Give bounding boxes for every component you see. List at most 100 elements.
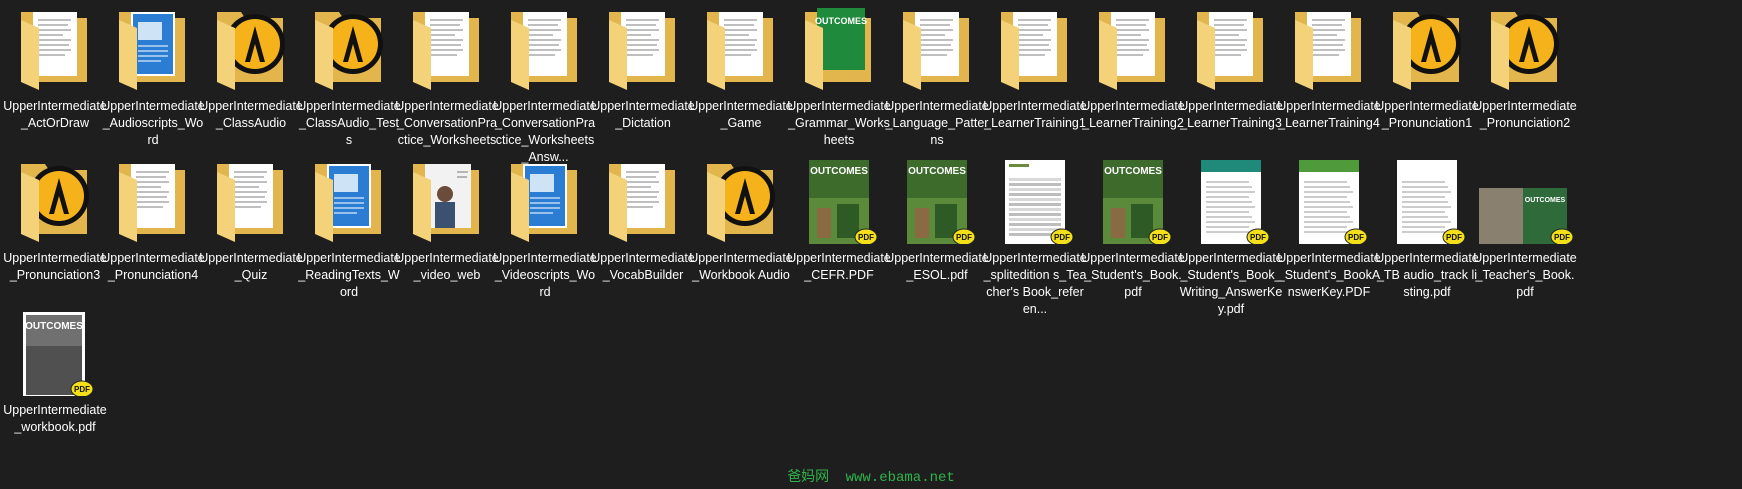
pdf-file-item[interactable]: OUTCOMES PDF UpperIntermediate_workbook.p…	[3, 310, 107, 436]
item-label: UpperIntermediate_video_web	[395, 251, 499, 282]
item-label: UpperIntermediate_Game	[689, 99, 793, 130]
item-label: UpperIntermediate_ClassAudio	[199, 99, 303, 130]
item-label: UpperIntermediate_ClassAudio_Tests	[297, 99, 401, 147]
pdf-file-item[interactable]: OUTCOMES PDF UpperIntermediate_CEFR.PDF	[787, 158, 891, 284]
folder-item[interactable]: OUTCOMES UpperIntermediate_Grammar_Works…	[787, 6, 891, 149]
folder-item[interactable]: UpperIntermediate_VocabBuilder	[591, 158, 695, 284]
folder-icon	[885, 6, 989, 92]
pdf-file-item[interactable]: PDF UpperIntermediate_TB audio_track list…	[1375, 158, 1479, 301]
svg-text:PDF: PDF	[858, 233, 874, 242]
svg-text:OUTCOMES: OUTCOMES	[815, 16, 867, 26]
folder-item[interactable]: UpperIntermediate_ReadingTexts_Word	[297, 158, 401, 301]
item-label: UpperIntermediate_ConversationPractice_W…	[493, 99, 597, 164]
folder-item[interactable]: UpperIntermediate_ConversationPractice_W…	[493, 6, 597, 166]
svg-text:OUTCOMES: OUTCOMES	[810, 166, 868, 177]
item-label: UpperIntermediate_LearnerTraining1	[983, 99, 1087, 130]
pdf-file-item[interactable]: OUTCOMES PDF UpperIntermediate_Teacher's…	[1473, 158, 1577, 301]
folder-item[interactable]: UpperIntermediate_Videoscripts_Word	[493, 158, 597, 301]
item-label: UpperIntermediate_VocabBuilder	[591, 251, 695, 282]
item-label: UpperIntermediate_Workbook Audio	[689, 251, 793, 282]
folder-item[interactable]: UpperIntermediate_LearnerTraining2	[1081, 6, 1185, 132]
folder-icon	[591, 6, 695, 92]
file-grid: UpperIntermediate_ActOrDraw UpperInterme…	[0, 0, 1742, 489]
item-label: UpperIntermediate_Audioscripts_Word	[101, 99, 205, 147]
pdf-file-item[interactable]: PDF UpperIntermediate_splitedition s_Teac…	[983, 158, 1087, 318]
folder-item[interactable]: UpperIntermediate_LearnerTraining3	[1179, 6, 1283, 132]
pdf-thumbnail-icon: OUTCOMES PDF	[3, 310, 107, 396]
item-label: UpperIntermediate_Student's_BookAnswerKe…	[1277, 251, 1381, 299]
pdf-file-item[interactable]: OUTCOMES PDF UpperIntermediate_ESOL.pdf	[885, 158, 989, 284]
pdf-thumbnail-icon: PDF	[1375, 158, 1479, 244]
folder-icon	[1277, 6, 1381, 92]
folder-item[interactable]: UpperIntermediate_Pronunciation1	[1375, 6, 1479, 132]
folder-icon	[101, 6, 205, 92]
pdf-thumbnail-icon: OUTCOMES PDF	[1081, 158, 1185, 244]
pdf-thumbnail-icon: PDF	[1277, 158, 1381, 244]
folder-icon	[1473, 6, 1577, 92]
item-label: UpperIntermediate_Pronunciation1	[1375, 99, 1479, 130]
svg-text:PDF: PDF	[1054, 233, 1070, 242]
folder-item[interactable]: UpperIntermediate_ConversationPractice_W…	[395, 6, 499, 149]
folder-icon	[983, 6, 1087, 92]
svg-text:PDF: PDF	[1446, 233, 1462, 242]
folder-icon	[395, 158, 499, 244]
folder-item[interactable]: UpperIntermediate_Audioscripts_Word	[101, 6, 205, 149]
folder-icon	[591, 158, 695, 244]
item-label: UpperIntermediate_ActOrDraw	[3, 99, 107, 130]
item-label: UpperIntermediate_ESOL.pdf	[885, 251, 989, 282]
watermark-cn-text: 爸妈网	[787, 469, 830, 485]
folder-item[interactable]: UpperIntermediate_ClassAudio	[199, 6, 303, 132]
pdf-file-item[interactable]: PDF UpperIntermediate_Student's_BookAnswe…	[1277, 158, 1381, 301]
item-label: UpperIntermediate_ConversationPractice_W…	[395, 99, 499, 147]
folder-item[interactable]: UpperIntermediate_Workbook Audio	[689, 158, 793, 284]
folder-icon	[395, 6, 499, 92]
pdf-file-item[interactable]: PDF UpperIntermediate_Student's_Book_Writ…	[1179, 158, 1283, 318]
item-label: UpperIntermediate_LearnerTraining3	[1179, 99, 1283, 130]
folder-item[interactable]: UpperIntermediate_Game	[689, 6, 793, 132]
svg-text:OUTCOMES: OUTCOMES	[908, 166, 966, 177]
folder-item[interactable]: UpperIntermediate_Pronunciation2	[1473, 6, 1577, 132]
folder-icon	[297, 158, 401, 244]
folder-icon	[1179, 6, 1283, 92]
svg-text:PDF: PDF	[74, 385, 90, 394]
folder-item[interactable]: UpperIntermediate_Language_Patterns	[885, 6, 989, 149]
folder-item[interactable]: UpperIntermediate_LearnerTraining4	[1277, 6, 1381, 132]
folder-item[interactable]: UpperIntermediate_Pronunciation4	[101, 158, 205, 284]
svg-text:PDF: PDF	[1554, 233, 1570, 242]
watermark-url-text: www.ebama.net	[845, 470, 955, 486]
item-label: UpperIntermediate_ReadingTexts_Word	[297, 251, 401, 299]
item-label: UpperIntermediate_LearnerTraining2	[1081, 99, 1185, 130]
pdf-thumbnail-icon: PDF	[983, 158, 1087, 244]
item-label: UpperIntermediate_Language_Patterns	[885, 99, 989, 147]
folder-icon	[689, 6, 793, 92]
folder-item[interactable]: UpperIntermediate_ActOrDraw	[3, 6, 107, 132]
folder-item[interactable]: UpperIntermediate_Quiz	[199, 158, 303, 284]
folder-icon	[3, 158, 107, 244]
folder-item[interactable]: UpperIntermediate_Dictation	[591, 6, 695, 132]
item-label: UpperIntermediate_Grammar_Worksheets	[787, 99, 891, 147]
pdf-thumbnail-icon: PDF	[1179, 158, 1283, 244]
watermark: 爸妈网 www.ebama.net	[0, 466, 1742, 486]
folder-icon	[493, 6, 597, 92]
item-label: UpperIntermediate_splitedition s_Teacher…	[983, 251, 1087, 316]
svg-text:PDF: PDF	[1250, 233, 1266, 242]
folder-icon	[199, 6, 303, 92]
folder-icon	[1081, 6, 1185, 92]
item-label: UpperIntermediate_Pronunciation4	[101, 251, 205, 282]
folder-item[interactable]: UpperIntermediate_ClassAudio_Tests	[297, 6, 401, 149]
folder-item[interactable]: UpperIntermediate_video_web	[395, 158, 499, 284]
folder-item[interactable]: UpperIntermediate_Pronunciation3	[3, 158, 107, 284]
pdf-file-item[interactable]: OUTCOMES PDF UpperIntermediate_Student's_…	[1081, 158, 1185, 301]
item-label: UpperIntermediate_Dictation	[591, 99, 695, 130]
item-label: UpperIntermediate_Videoscripts_Word	[493, 251, 597, 299]
svg-text:PDF: PDF	[956, 233, 972, 242]
folder-icon	[493, 158, 597, 244]
item-label: UpperIntermediate_CEFR.PDF	[787, 251, 891, 282]
item-label: UpperIntermediate_Quiz	[199, 251, 303, 282]
item-label: UpperIntermediate_workbook.pdf	[3, 403, 107, 434]
item-label: UpperIntermediate_Student's_Book_Writing…	[1179, 251, 1283, 316]
folder-icon: OUTCOMES	[787, 6, 891, 92]
folder-icon	[199, 158, 303, 244]
folder-icon	[297, 6, 401, 92]
folder-item[interactable]: UpperIntermediate_LearnerTraining1	[983, 6, 1087, 132]
